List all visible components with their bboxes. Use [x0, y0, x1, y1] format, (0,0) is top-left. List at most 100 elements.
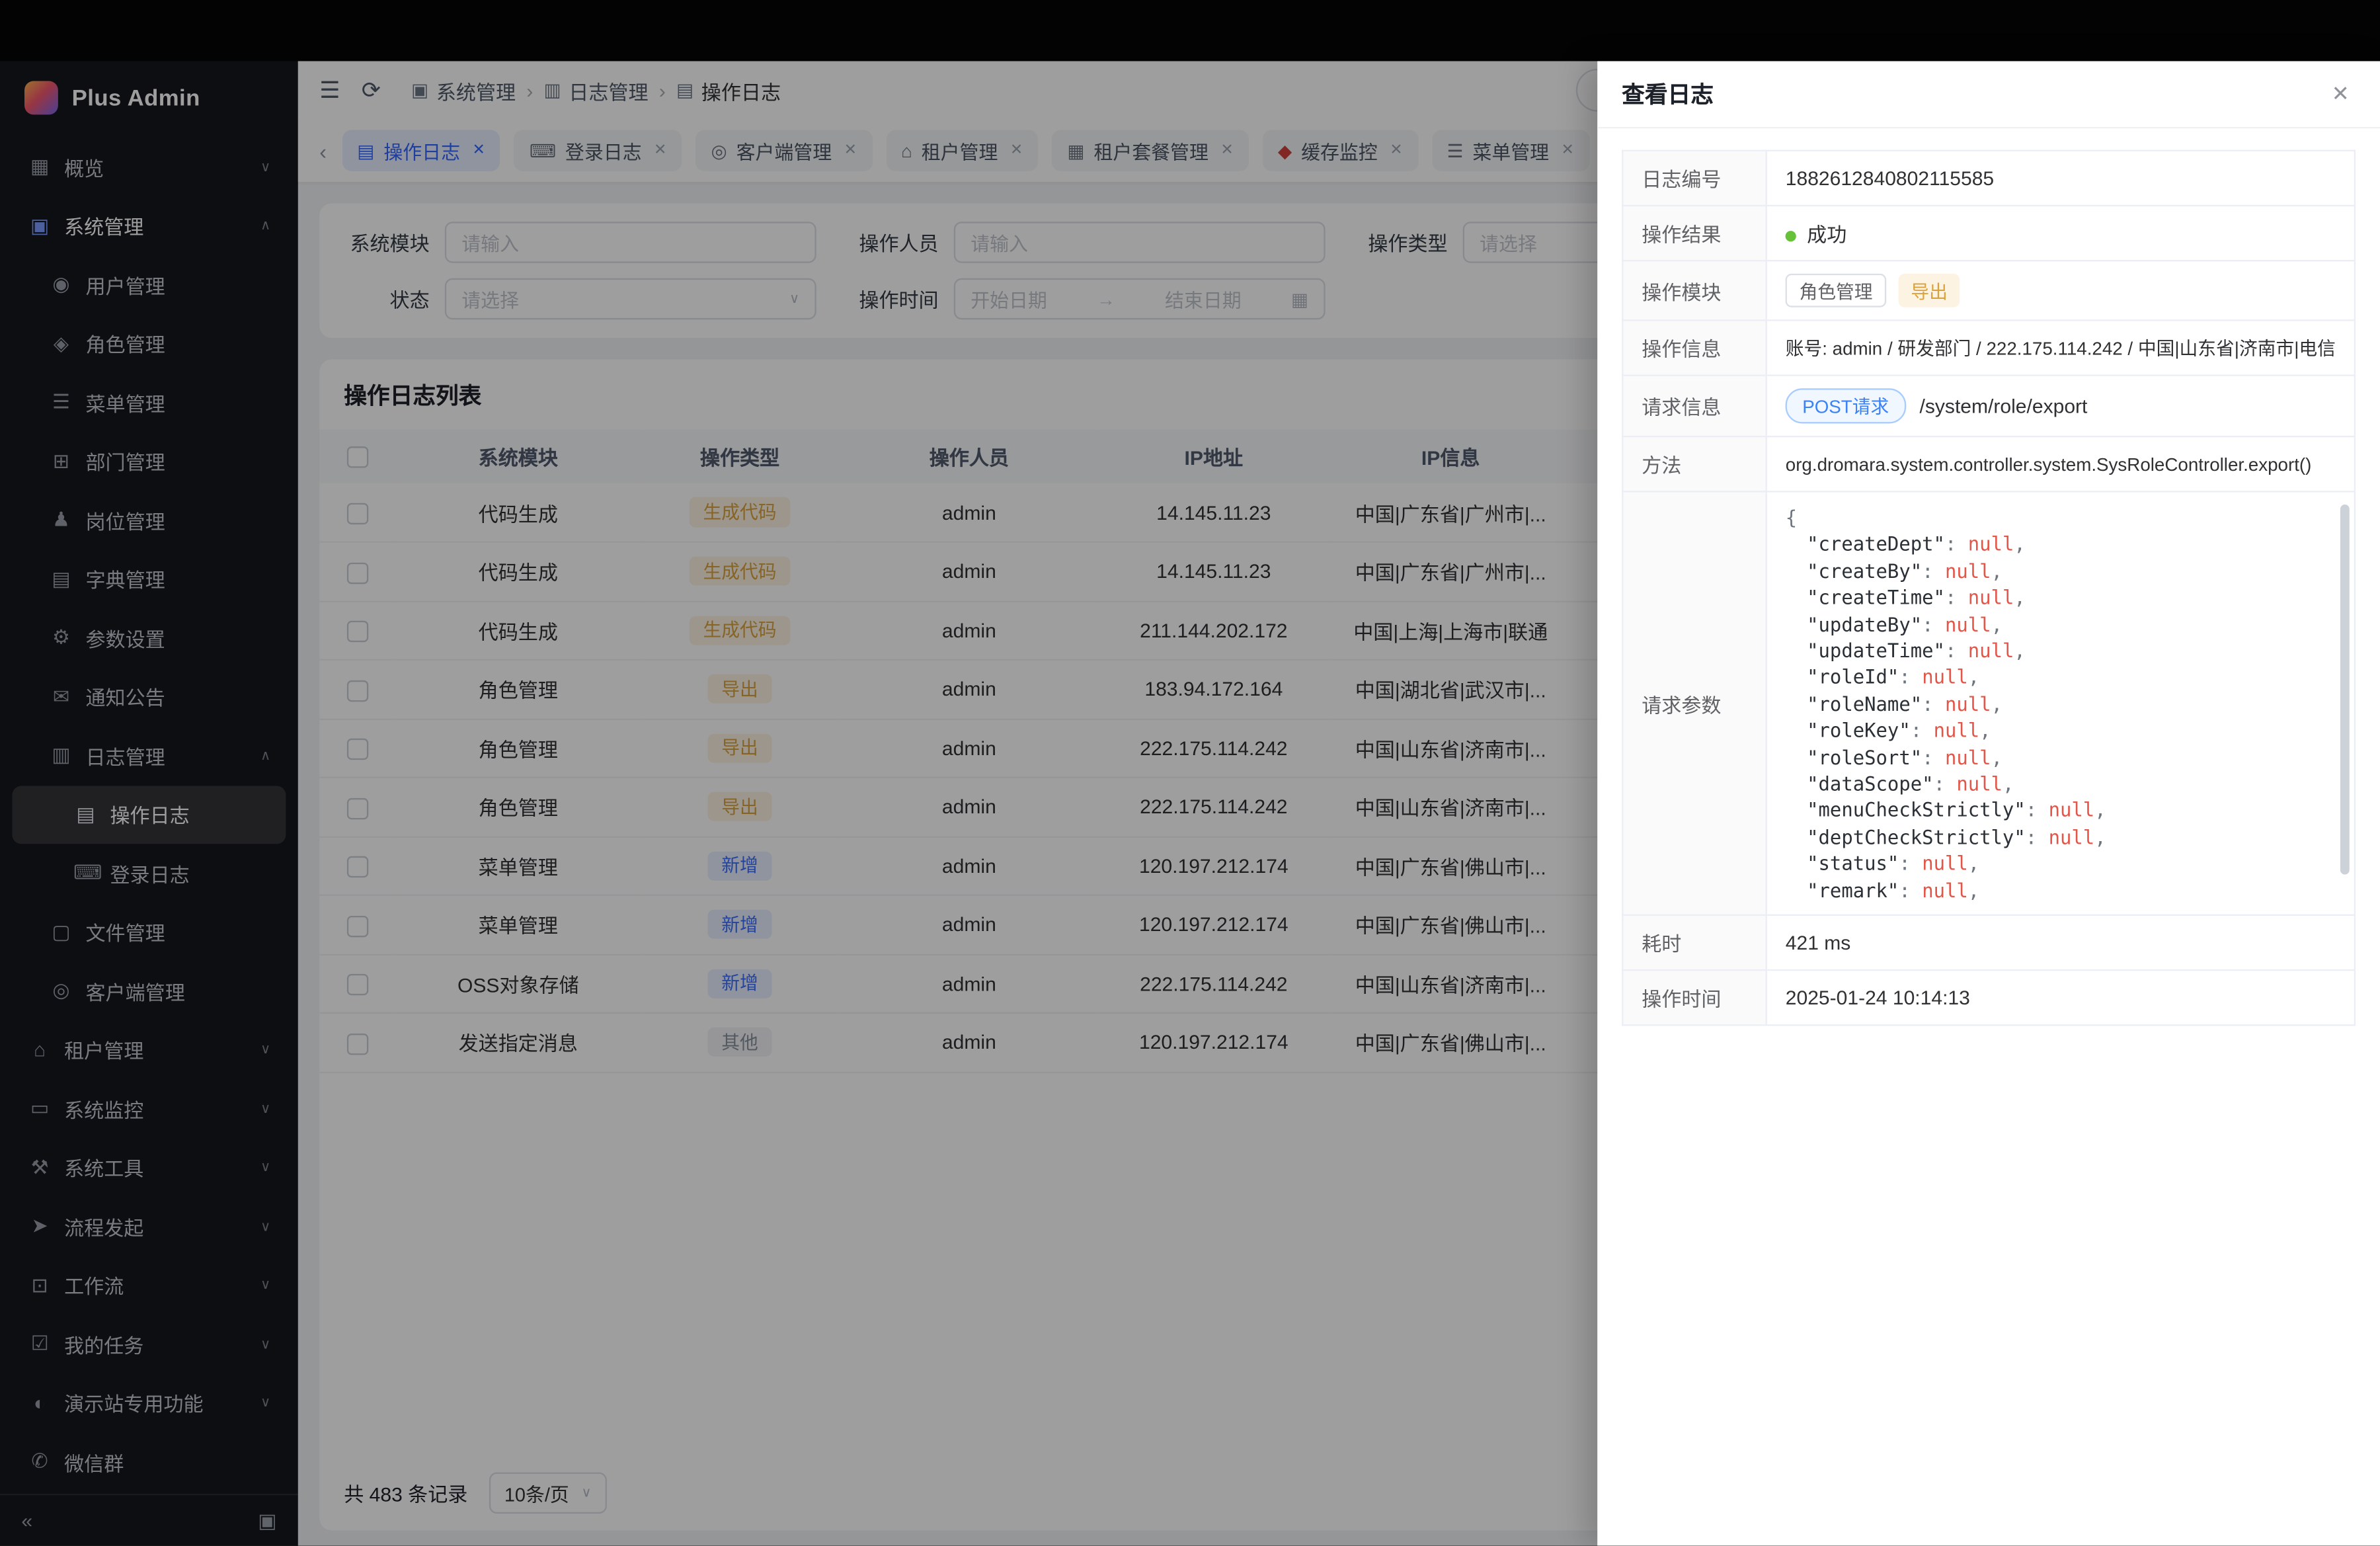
detail-label: 耗时	[1622, 915, 1766, 970]
post-method-tag: POST请求	[1786, 388, 1906, 423]
json-comma: ,	[1979, 719, 1991, 742]
operation-type-tag: 导出	[1899, 274, 1960, 307]
module-tag: 角色管理	[1786, 274, 1887, 307]
json-colon: :	[1922, 612, 1945, 635]
drawer-header: 查看日志 ✕	[1597, 61, 2380, 128]
json-comma: ,	[2094, 799, 2106, 822]
json-null-value: null	[1934, 719, 1980, 742]
detail-label: 操作信息	[1622, 320, 1766, 375]
detail-label: 日志编号	[1622, 151, 1766, 206]
json-line: "updateBy": null,	[1786, 611, 2348, 637]
json-key: "roleKey"	[1807, 719, 1911, 742]
detail-row-result: 操作结果 成功	[1622, 206, 2355, 261]
json-key: "dataScope"	[1807, 772, 1933, 795]
json-line: "roleSort": null,	[1786, 744, 2348, 770]
operation-info-value: 账号: admin / 研发部门 / 222.175.114.242 / 中国|…	[1766, 320, 2355, 375]
json-line: "updateTime": null,	[1786, 637, 2348, 664]
json-open-brace: {	[1786, 506, 1797, 529]
json-null-value: null	[1956, 772, 2003, 795]
request-url: /system/role/export	[1920, 395, 2088, 418]
json-line: "remark": null,	[1786, 877, 2348, 903]
detail-label: 操作结果	[1622, 206, 1766, 261]
close-icon[interactable]: ✕	[2325, 75, 2356, 113]
json-scrollbar-thumb[interactable]	[2340, 505, 2350, 875]
success-status-dot	[1786, 231, 1796, 241]
json-colon: :	[1899, 852, 1922, 875]
json-key: "roleSort"	[1807, 746, 1922, 769]
detail-label: 操作模块	[1622, 261, 1766, 320]
json-key: "roleName"	[1807, 692, 1922, 715]
log-detail-table: 日志编号 1882612840802115585 操作结果 成功 操作模块 角色…	[1622, 150, 2356, 1026]
method-value: org.dromara.system.controller.system.Sys…	[1766, 436, 2355, 491]
json-line: "createBy": null,	[1786, 557, 2348, 584]
json-comma: ,	[1991, 612, 2003, 635]
json-comma: ,	[1991, 746, 2003, 769]
json-colon: :	[1945, 533, 1968, 556]
json-key: "remark"	[1807, 879, 1899, 902]
json-comma: ,	[2014, 586, 2025, 609]
json-line: "roleKey": null,	[1786, 717, 2348, 744]
request-params-json: {"createDept": null,"createBy": null,"cr…	[1767, 493, 2354, 915]
json-null-value: null	[2049, 825, 2095, 848]
json-key: "updateTime"	[1807, 639, 1945, 663]
json-null-value: null	[1968, 586, 2014, 609]
json-colon: :	[1922, 692, 1945, 715]
json-null-value: null	[1968, 639, 2014, 663]
json-key: "deptCheckStrictly"	[1807, 825, 2026, 848]
json-null-value: null	[1922, 852, 1968, 875]
json-key: "status"	[1807, 852, 1899, 875]
json-comma: ,	[1968, 852, 1979, 875]
json-colon: :	[1911, 719, 1934, 742]
json-comma: ,	[1968, 879, 1979, 902]
json-line: "createDept": null,	[1786, 531, 2348, 557]
json-colon: :	[1934, 772, 1957, 795]
json-key: "createDept"	[1807, 533, 1945, 556]
json-comma: ,	[1968, 666, 1979, 689]
json-comma: ,	[2014, 639, 2025, 663]
json-null-value: null	[2049, 799, 2095, 822]
json-colon: :	[1922, 559, 1945, 583]
detail-row-request: 请求信息 POST请求/system/role/export	[1622, 376, 2355, 436]
json-comma: ,	[2003, 772, 2014, 795]
detail-label: 操作时间	[1622, 970, 1766, 1025]
json-comma: ,	[1991, 559, 2003, 583]
detail-row-params: 请求参数 {"createDept": null,"createBy": nul…	[1622, 491, 2355, 915]
json-colon: :	[1945, 639, 1968, 663]
json-colon: :	[1899, 879, 1922, 902]
view-log-drawer: 查看日志 ✕ 日志编号 1882612840802115585 操作结果 成功 …	[1597, 61, 2380, 1545]
json-line: "deptCheckStrictly": null,	[1786, 824, 2348, 850]
screen: Plus Admin ▦概览∨▣系统管理∧◉用户管理◈角色管理☰菜单管理⊞部门管…	[0, 0, 2380, 1546]
json-comma: ,	[2094, 825, 2106, 848]
json-colon: :	[1945, 586, 1968, 609]
json-key: "createTime"	[1807, 586, 1945, 609]
json-line: {	[1786, 505, 2348, 531]
json-line: "createTime": null,	[1786, 585, 2348, 611]
json-line: "dataScope": null,	[1786, 770, 2348, 797]
json-null-value: null	[1922, 879, 1968, 902]
json-null-value: null	[1968, 533, 2014, 556]
json-null-value: null	[1945, 692, 1991, 715]
detail-label: 请求参数	[1622, 491, 1766, 915]
json-line: "status": null,	[1786, 850, 2348, 877]
json-colon: :	[1922, 746, 1945, 769]
duration-value: 421 ms	[1766, 915, 2355, 970]
json-line: "roleId": null,	[1786, 664, 2348, 690]
detail-label: 方法	[1622, 436, 1766, 491]
detail-row-info: 操作信息 账号: admin / 研发部门 / 222.175.114.242 …	[1622, 320, 2355, 375]
drawer-title: 查看日志	[1622, 78, 1714, 110]
detail-row-log-id: 日志编号 1882612840802115585	[1622, 151, 2355, 206]
json-colon: :	[2026, 825, 2049, 848]
detail-row-module: 操作模块 角色管理导出	[1622, 261, 2355, 320]
json-key: "roleId"	[1807, 666, 1899, 689]
json-key: "createBy"	[1807, 559, 1922, 583]
json-comma: ,	[2014, 533, 2025, 556]
json-key: "menuCheckStrictly"	[1807, 799, 2026, 822]
detail-row-method: 方法 org.dromara.system.controller.system.…	[1622, 436, 2355, 491]
result-value: 成功	[1807, 224, 1846, 247]
json-comma: ,	[1991, 692, 2003, 715]
detail-row-time: 操作时间 2025-01-24 10:14:13	[1622, 970, 2355, 1025]
json-line: "roleName": null,	[1786, 691, 2348, 717]
json-colon: :	[2026, 799, 2049, 822]
json-null-value: null	[1922, 666, 1968, 689]
json-colon: :	[1899, 666, 1922, 689]
